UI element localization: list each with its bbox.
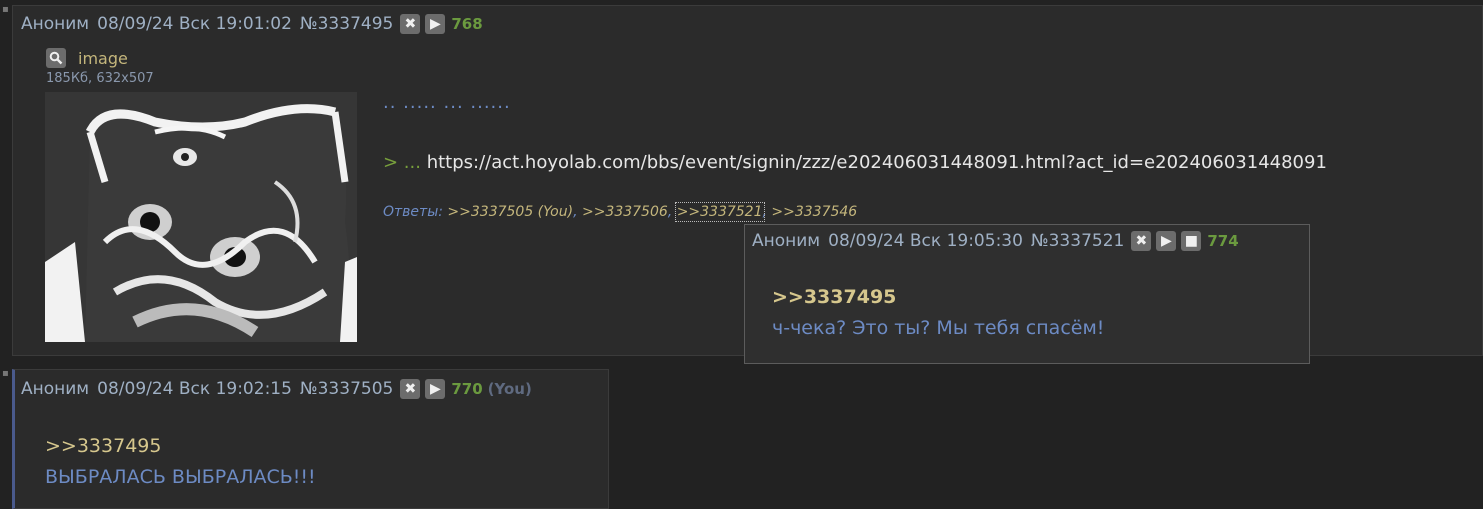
close-icon[interactable]: ✖ [400,379,421,399]
reply-preview-popup: Аноним 08/09/24 Вск 19:05:30 №3337521 ✖ … [744,224,1310,364]
close-icon[interactable]: ✖ [1131,231,1152,251]
greentext-prefix: > ... [383,152,421,173]
post-header: Аноним 08/09/24 Вск 19:05:30 №3337521 ✖ … [752,231,1239,251]
close-icon[interactable]: ✖ [400,14,421,34]
quote-link[interactable]: >>3337495 [772,282,1104,313]
post-image-thumbnail[interactable] [45,92,357,343]
post-text-line: .. ..... ... ...... [383,92,511,113]
post-body: >>3337495 ВЫБРАЛАСЬ ВЫБРАЛАСЬ!!! [45,431,316,493]
post-body: >>3337495 ч-чека? Это ты? Мы тебя спасём… [772,282,1104,344]
replies-label: Ответы: [383,204,443,220]
post-author: Аноним [21,379,90,399]
post-header: Аноним 08/09/24 Вск 19:02:15 №3337505 ✖ … [21,379,532,399]
reply-link-hovered[interactable]: >>3337521 [674,202,765,222]
reply-link[interactable]: >>3337505 (You) [447,204,573,220]
post-date: 08/09/24 Вск 19:02:15 [97,379,292,399]
file-link[interactable]: image [46,48,128,68]
post-number[interactable]: №3337521 [1031,231,1124,251]
play-icon[interactable]: ▶ [425,379,446,399]
post-3337505: Аноним 08/09/24 Вск 19:02:15 №3337505 ✖ … [12,369,609,509]
play-icon[interactable]: ▶ [425,14,446,34]
magnifier-icon[interactable] [46,48,66,68]
file-name[interactable]: image [78,49,128,68]
greentext-line: > ... https://act.hoyolab.com/bbs/event/… [383,152,1327,173]
you-badge: (You) [487,380,532,398]
file-meta: 185Кб, 632x507 [46,71,154,86]
post-marker: ▪ [2,4,9,15]
post-text: ч-чека? Это ты? Мы тебя спасём! [772,317,1105,339]
post-marker: ▪ [2,368,9,379]
post-number[interactable]: №3337505 [300,379,393,399]
post-author: Аноним [752,231,821,251]
replies-line: Ответы: >>3337505 (You), >>3337506, >>33… [383,202,858,222]
reply-link[interactable]: >>3337546 [771,204,857,220]
like-count[interactable]: 774 [1207,232,1238,250]
play-icon[interactable]: ▶ [1156,231,1177,251]
post-date: 08/09/24 Вск 19:01:02 [97,14,292,34]
post-date: 08/09/24 Вск 19:05:30 [828,231,1023,251]
like-count[interactable]: 768 [451,15,482,33]
post-number[interactable]: №3337495 [300,14,393,34]
stop-icon[interactable]: ■ [1181,231,1202,251]
post-url-link[interactable]: https://act.hoyolab.com/bbs/event/signin… [427,152,1327,173]
post-author: Аноним [21,14,90,34]
post-text: ВЫБРАЛАСЬ ВЫБРАЛАСЬ!!! [45,466,316,488]
reply-link[interactable]: >>3337506 [582,204,668,220]
like-count[interactable]: 770 [451,380,482,398]
quote-link[interactable]: >>3337495 [45,431,316,462]
post-header: Аноним 08/09/24 Вск 19:01:02 №3337495 ✖ … [21,14,483,34]
